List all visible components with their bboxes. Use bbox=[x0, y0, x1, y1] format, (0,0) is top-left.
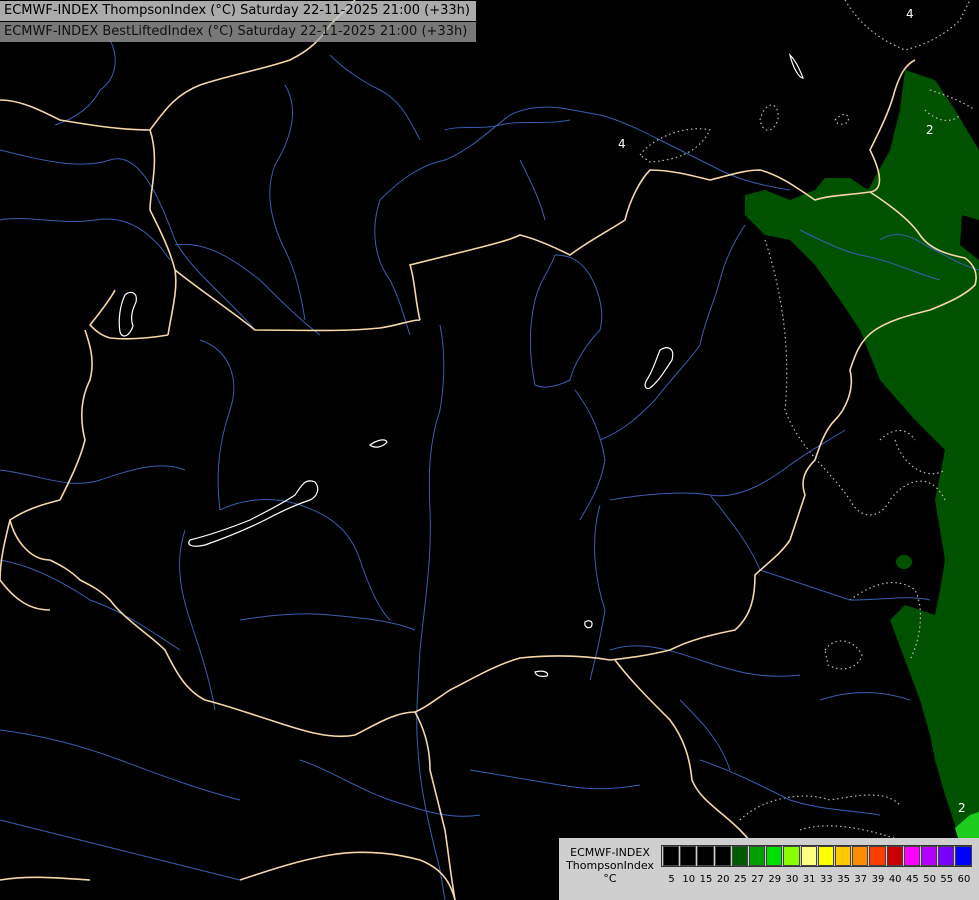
legend-swatch bbox=[938, 846, 955, 866]
legend-variable: ThompsonIndex bbox=[566, 859, 654, 872]
legend-swatch bbox=[852, 846, 869, 866]
color-legend: ECMWF-INDEX ThompsonIndex °C 5 10 15 20 25 27… bbox=[559, 838, 979, 900]
legend-swatch bbox=[783, 846, 800, 866]
contour-label-4-center: 4 bbox=[618, 137, 626, 151]
legend-swatch bbox=[766, 846, 783, 866]
contour-label-2-southeast: 2 bbox=[958, 801, 966, 815]
legend-swatch bbox=[903, 846, 920, 866]
contour-label-4-north: 4 bbox=[906, 7, 914, 21]
legend-swatch bbox=[800, 846, 817, 866]
legend-swatch bbox=[663, 846, 680, 866]
legend-swatch bbox=[835, 846, 852, 866]
legend-swatch bbox=[697, 846, 714, 866]
legend-swatch bbox=[955, 846, 972, 866]
legend-tick: 60 bbox=[957, 874, 971, 885]
legend-swatch bbox=[869, 846, 886, 866]
legend-swatch bbox=[749, 846, 766, 866]
legend-swatch bbox=[680, 846, 697, 866]
legend-swatch bbox=[731, 846, 748, 866]
legend-swatch bbox=[714, 846, 731, 866]
map-title-lifted: ECMWF-INDEX BestLiftedIndex (°C) Saturda… bbox=[0, 22, 476, 42]
weather-map: 4 2 4 2 2 bbox=[0, 0, 979, 900]
legend-swatch bbox=[921, 846, 938, 866]
map-title-thompson: ECMWF-INDEX ThompsonIndex (°C) Saturday … bbox=[0, 1, 476, 21]
legend-swatch bbox=[886, 846, 903, 866]
legend-unit: °C bbox=[603, 872, 617, 885]
legend-model: ECMWF-INDEX bbox=[570, 846, 650, 859]
field-spot bbox=[896, 555, 912, 569]
legend-label: ECMWF-INDEX ThompsonIndex °C bbox=[559, 846, 661, 885]
contour-label-2-east: 2 bbox=[926, 123, 934, 137]
legend-swatch bbox=[817, 846, 834, 866]
